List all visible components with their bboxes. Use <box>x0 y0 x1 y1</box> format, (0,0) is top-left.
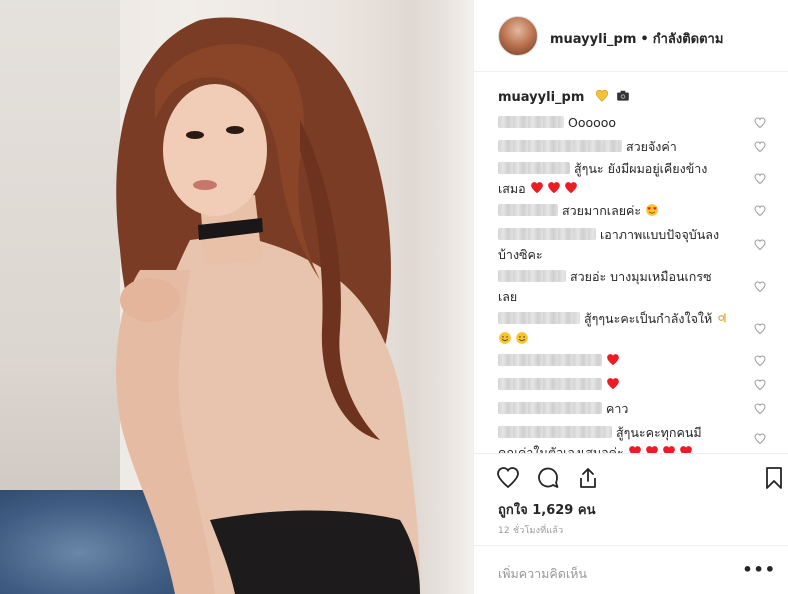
like-comment-icon[interactable] <box>754 355 766 367</box>
comment-username[interactable] <box>498 354 602 366</box>
red-heart-icon <box>607 354 619 366</box>
comment-body: สวยมากเลยค่ะ <box>498 201 748 221</box>
comment-body: สู้ๆนะคะทุกคนมี คุณค่าในตัวเองเสมอค่ะ <box>498 423 748 453</box>
comment-username[interactable] <box>498 228 596 240</box>
like-comment-icon[interactable] <box>754 323 766 335</box>
comment-text: สู้ๆๆนะคะเป็นกำลังใจให้ <box>584 311 713 326</box>
post-timestamp[interactable]: 12 ชั่วโมงที่แล้ว <box>498 523 563 537</box>
post-photo[interactable] <box>0 0 473 594</box>
yellow-heart-icon <box>595 89 608 102</box>
comment-username[interactable] <box>498 204 558 216</box>
comment-username[interactable] <box>498 162 570 174</box>
like-comment-icon[interactable] <box>754 281 766 293</box>
comment-username[interactable] <box>498 402 602 414</box>
comment-text-line2: เลย <box>498 289 518 304</box>
comment-text-line2: คุณค่าในตัวเองเสมอค่ะ <box>498 445 624 453</box>
comment-username[interactable] <box>498 116 564 128</box>
like-comment-icon[interactable] <box>754 173 766 185</box>
comment-text-line2: เสมอ <box>498 181 526 196</box>
comment-text: สวยมากเลยค่ะ <box>562 203 642 218</box>
red-heart-icon <box>607 378 619 390</box>
post-side-panel: muayyli_pm • กำลังติดตาม muayyli_pm Oooo… <box>474 0 788 594</box>
post-header: muayyli_pm • กำลังติดตาม <box>474 0 788 72</box>
post-author: muayyli_pm • กำลังติดตาม <box>550 28 723 49</box>
comment-username[interactable] <box>498 426 612 438</box>
like-comment-icon[interactable] <box>754 205 766 217</box>
caption-username[interactable]: muayyli_pm <box>498 90 584 105</box>
author-username[interactable]: muayyli_pm <box>550 32 636 47</box>
comment-text: สู้ๆนะ ยังมีผมอยู่เคียงข้าง <box>574 161 708 176</box>
like-comment-icon[interactable] <box>754 239 766 251</box>
comment-body: สู้ๆนะ ยังมีผมอยู่เคียงข้าง เสมอ <box>498 159 748 199</box>
add-comment-bar: เพิ่มความคิดเห็น ••• <box>474 545 788 594</box>
like-comment-icon[interactable] <box>754 141 766 153</box>
comment-body: Oooooo <box>498 113 748 133</box>
comment-text: สู้ๆนะคะทุกคนมี <box>616 425 702 440</box>
red-heart-icon <box>628 446 641 453</box>
comment-icon[interactable] <box>536 466 560 490</box>
heart-eyes-emoji-icon <box>646 204 658 216</box>
comment-text: สวยจังค่า <box>626 139 677 154</box>
more-options-icon[interactable]: ••• <box>742 560 776 579</box>
like-count[interactable]: ถูกใจ 1,629 คน <box>498 499 595 520</box>
comment-text: สวยอ่ะ บางมุมเหมือนเกรซ <box>570 269 712 284</box>
comment-body: สวยจังค่า <box>498 137 748 157</box>
post-caption: muayyli_pm <box>498 89 633 105</box>
like-comment-icon[interactable] <box>754 117 766 129</box>
following-button[interactable]: กำลังติดตาม <box>653 32 724 47</box>
comment-username[interactable] <box>498 270 566 282</box>
share-icon[interactable] <box>576 466 600 490</box>
comments-list[interactable]: muayyli_pm Oooooo สวยจังค่า สู้ๆนะ ยังมี… <box>474 73 788 453</box>
avatar[interactable] <box>498 16 538 56</box>
comment-body: สู้ๆๆนะคะเป็นกำลังใจให้ <box>498 309 748 349</box>
comment-text: คาว <box>606 401 629 416</box>
comment-body: เอาภาพแบบปัจจุบันลง บ้างซิคะ <box>498 225 748 265</box>
comment-text: Oooooo <box>568 115 617 130</box>
comment-text: เอาภาพแบบปัจจุบันลง <box>600 227 720 242</box>
red-heart-icon <box>679 446 692 453</box>
comment-body <box>498 351 748 371</box>
comment-body: สวยอ่ะ บางมุมเหมือนเกรซ เลย <box>498 267 748 307</box>
like-comment-icon[interactable] <box>754 379 766 391</box>
smiling-face-icon <box>516 332 528 344</box>
comment-body <box>498 375 748 395</box>
comment-username[interactable] <box>498 378 602 390</box>
add-comment-input[interactable]: เพิ่มความคิดเห็น <box>498 564 587 584</box>
instagram-post-view: muayyli_pm • กำลังติดตาม muayyli_pm Oooo… <box>0 0 788 594</box>
red-heart-icon <box>547 182 560 194</box>
smiling-face-icon <box>499 332 511 344</box>
comment-username[interactable] <box>498 140 622 152</box>
comment-username[interactable] <box>498 312 580 324</box>
like-comment-icon[interactable] <box>754 433 766 445</box>
red-heart-icon <box>564 182 577 194</box>
woman-figure <box>116 17 420 594</box>
red-heart-icon <box>645 446 658 453</box>
camera-icon <box>616 90 629 101</box>
save-bookmark-icon[interactable] <box>762 466 786 490</box>
header-separator: • <box>640 32 649 47</box>
ok-hand-emoji-icon <box>718 313 727 323</box>
like-comment-icon[interactable] <box>754 403 766 415</box>
red-heart-icon <box>662 446 675 453</box>
comment-body: คาว <box>498 399 748 419</box>
red-heart-icon <box>530 182 543 194</box>
comment-text-line2: บ้างซิคะ <box>498 247 543 262</box>
post-actions <box>474 453 788 501</box>
like-icon[interactable] <box>496 466 520 490</box>
